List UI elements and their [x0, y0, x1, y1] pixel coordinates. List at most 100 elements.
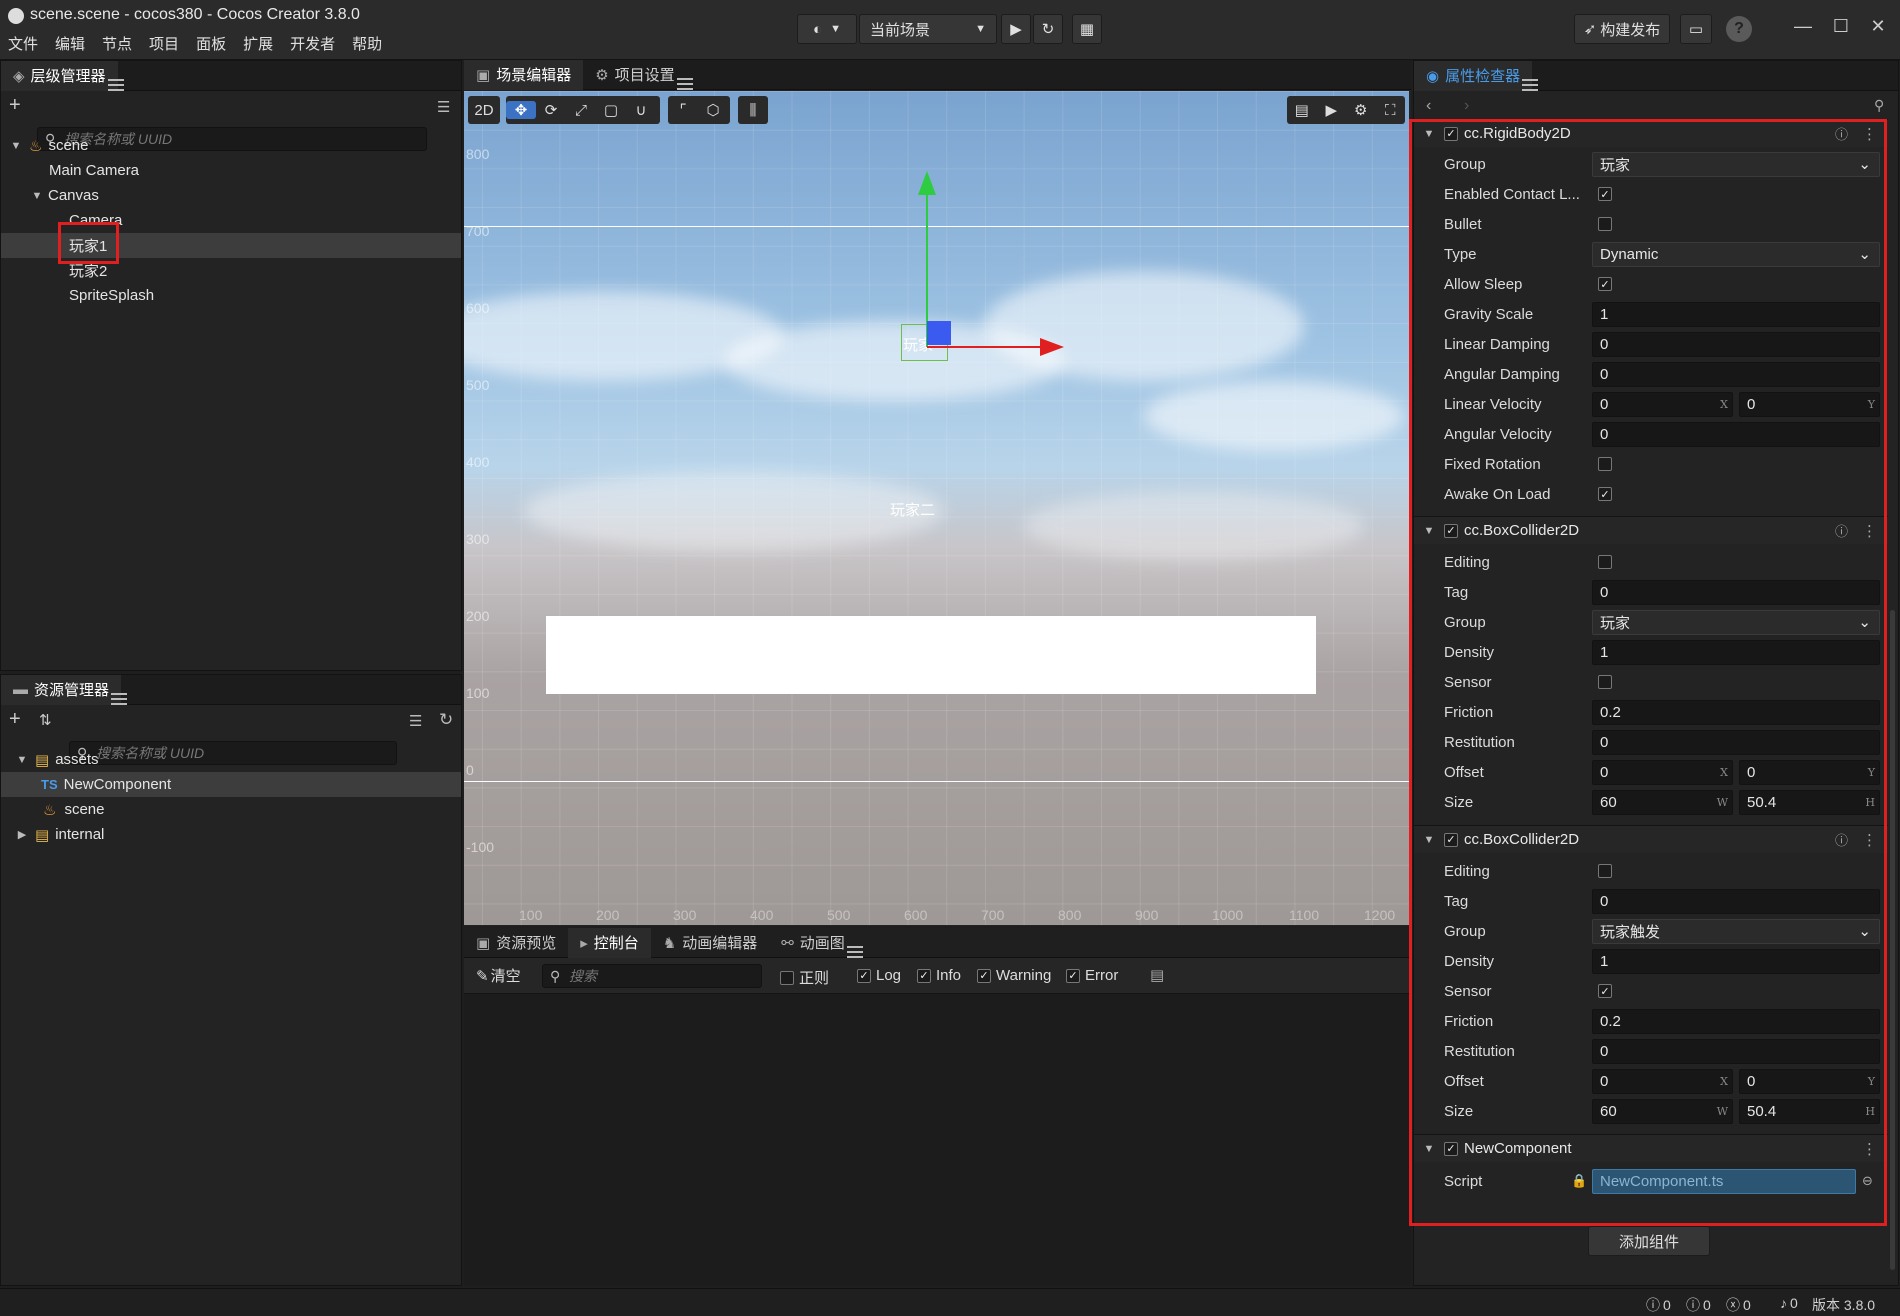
tree-node-main-camera[interactable]: Main Camera — [1, 158, 461, 183]
tab-inspector[interactable]: ◉ 属性检查器 — [1414, 60, 1533, 91]
add-node-icon[interactable]: + — [9, 94, 21, 117]
panel-menu-icon[interactable] — [107, 78, 124, 91]
filter-warning[interactable]: ✓ Warning — [977, 967, 1051, 984]
scene-select[interactable]: 当前场景 ▼ — [859, 14, 997, 44]
tab-assets[interactable]: ▬ 资源管理器 — [1, 674, 122, 705]
tree-node-scene[interactable]: ▼ ♨ scene — [1, 133, 461, 158]
menu-node[interactable]: 节点 — [102, 33, 132, 54]
tree-asset-scene[interactable]: ♨ scene — [1, 797, 461, 822]
ruler-x-label: 500 — [827, 907, 851, 923]
rotate-tool-icon[interactable]: ⟳ — [536, 101, 566, 119]
player2-label: 玩家二 — [890, 502, 936, 519]
tab-asset-preview[interactable]: ▣ 资源预览 — [464, 928, 568, 958]
tree-asset-internal[interactable]: ▶ ▤ internal — [1, 822, 461, 847]
filter-regex[interactable]: 正则 — [780, 967, 829, 988]
tab-scene-editor[interactable]: ▣ 场景编辑器 — [464, 59, 584, 90]
checkbox-checked[interactable]: ✓ — [1066, 968, 1080, 983]
help-icon[interactable]: ? — [1726, 16, 1752, 42]
add-asset-icon[interactable]: + — [9, 708, 21, 731]
menu-help[interactable]: 帮助 — [352, 33, 382, 54]
menu-file[interactable]: 文件 — [8, 33, 38, 54]
cocos-logo-icon — [8, 8, 24, 24]
checkbox-checked[interactable]: ✓ — [977, 968, 991, 983]
mode-2d-button[interactable]: 2D — [468, 96, 500, 124]
highlight-box — [1409, 119, 1887, 1226]
camera-icon[interactable]: ▶ — [1317, 101, 1347, 119]
panel-menu-icon[interactable] — [846, 945, 863, 958]
minimize-button[interactable]: — — [1791, 16, 1815, 40]
back-icon[interactable]: ‹ — [1426, 97, 1431, 115]
status-error[interactable]: ⓧ 0 — [1726, 1295, 1751, 1315]
ruler-x-label: 900 — [1135, 907, 1159, 923]
local-global-icon[interactable]: ⬡ — [698, 101, 728, 119]
maximize-button[interactable]: ☐ — [1829, 16, 1853, 40]
gear-icon: ⚙ — [595, 66, 609, 84]
panel-menu-icon[interactable] — [1522, 78, 1539, 91]
status-info[interactable]: ⓘ 0 — [1646, 1295, 1671, 1315]
tab-animation-editor[interactable]: ♞ 动画编辑器 — [651, 928, 769, 958]
ruler-x-label: 1100 — [1289, 907, 1320, 923]
scene-viewport[interactable]: 800 700 600 500 400 300 200 100 0 -100 1… — [464, 91, 1409, 925]
tree-node-spritesplash[interactable]: SpriteSplash — [1, 283, 461, 308]
list-view-icon[interactable]: ☰ — [409, 712, 422, 730]
rect-tool-icon[interactable]: ▢ — [596, 101, 626, 119]
open-folder-button[interactable]: ▭ — [1680, 14, 1712, 44]
clear-button[interactable]: ✎ 清空 — [476, 965, 521, 986]
status-warning[interactable]: ⓘ 0 — [1686, 1295, 1711, 1315]
tab-hierarchy[interactable]: ◈ 层级管理器 — [1, 60, 118, 91]
menu-developer[interactable]: 开发者 — [290, 33, 335, 54]
align-icon[interactable]: ⫼ — [738, 102, 768, 119]
menu-extension[interactable]: 扩展 — [243, 33, 273, 54]
menu-edit[interactable]: 编辑 — [55, 33, 85, 54]
filter-info[interactable]: ✓ Info — [917, 967, 961, 984]
refresh-icon[interactable]: ↻ — [439, 710, 453, 730]
forward-icon[interactable]: › — [1464, 97, 1469, 115]
tree-node-canvas[interactable]: ▼ Canvas — [1, 183, 461, 208]
move-gizmo[interactable] — [894, 171, 1064, 361]
scale-tool-icon[interactable]: ⤢ — [566, 102, 596, 119]
inspector-scrollbar[interactable] — [1890, 610, 1895, 1270]
log-file-icon[interactable]: ▤ — [1150, 966, 1164, 984]
ground-sprite[interactable] — [546, 616, 1316, 694]
list-view-icon[interactable]: ☰ — [437, 98, 450, 116]
play-button[interactable]: ▶ — [1001, 14, 1031, 44]
tab-animation-graph[interactable]: ⚯ 动画图 — [769, 928, 857, 958]
gizmo-settings-icon[interactable]: ⛶ — [1376, 102, 1406, 119]
checkbox[interactable] — [780, 970, 794, 985]
menu-panel[interactable]: 面板 — [196, 33, 226, 54]
transform-tools: ✥ ⟳ ⤢ ▢ ∪ — [506, 96, 660, 124]
move-tool-icon[interactable]: ✥ — [506, 101, 536, 119]
refresh-icon: ↻ — [1041, 21, 1055, 38]
pivot-icon[interactable]: ⌜ — [668, 101, 698, 119]
chevron-down-icon: ▼ — [31, 189, 43, 202]
gear-icon[interactable]: ⚙ — [1346, 101, 1376, 119]
add-component-button[interactable]: 添加组件 — [1588, 1226, 1710, 1256]
tab-console[interactable]: ▸ 控制台 — [568, 927, 651, 958]
pivot-tools: ⌜ ⬡ — [668, 96, 730, 124]
checkbox-checked[interactable]: ✓ — [857, 968, 871, 983]
pin-icon[interactable]: ⚲ — [1874, 97, 1884, 114]
sort-icon[interactable]: ⇅ — [39, 711, 52, 729]
filter-error[interactable]: ✓ Error — [1066, 967, 1118, 984]
menu-project[interactable]: 项目 — [149, 33, 179, 54]
snap-tool-icon[interactable]: ∪ — [626, 101, 656, 119]
panel-menu-icon[interactable] — [676, 77, 693, 90]
console-search-input[interactable]: ⚲ 搜索 — [542, 964, 762, 988]
tree-asset-assets[interactable]: ▼ ▤ assets — [1, 747, 461, 772]
checkbox-checked[interactable]: ✓ — [917, 968, 931, 983]
tree-asset-newcomponent[interactable]: TS NewComponent — [1, 772, 461, 797]
qr-preview-button[interactable]: ▦ — [1072, 14, 1102, 44]
panel-menu-icon[interactable] — [111, 692, 128, 705]
mode-2d-label: 2D — [474, 101, 494, 119]
status-error-count: 0 — [1743, 1297, 1751, 1313]
close-button[interactable]: ✕ — [1866, 16, 1890, 40]
filter-log[interactable]: ✓ Log — [857, 967, 901, 984]
layout-icon[interactable]: ▤ — [1287, 101, 1317, 119]
platform-select[interactable]: ◐ ▼ — [797, 14, 857, 44]
tab-project-settings[interactable]: ⚙ 项目设置 — [583, 60, 686, 90]
status-notification[interactable]: ♪ 0 — [1780, 1295, 1798, 1311]
ruler-y-label: 400 — [466, 454, 490, 470]
refresh-button[interactable]: ↻ — [1033, 14, 1063, 44]
build-publish-button[interactable]: ➶ 构建发布 — [1574, 14, 1670, 44]
ruler-x-label: 300 — [673, 907, 697, 923]
